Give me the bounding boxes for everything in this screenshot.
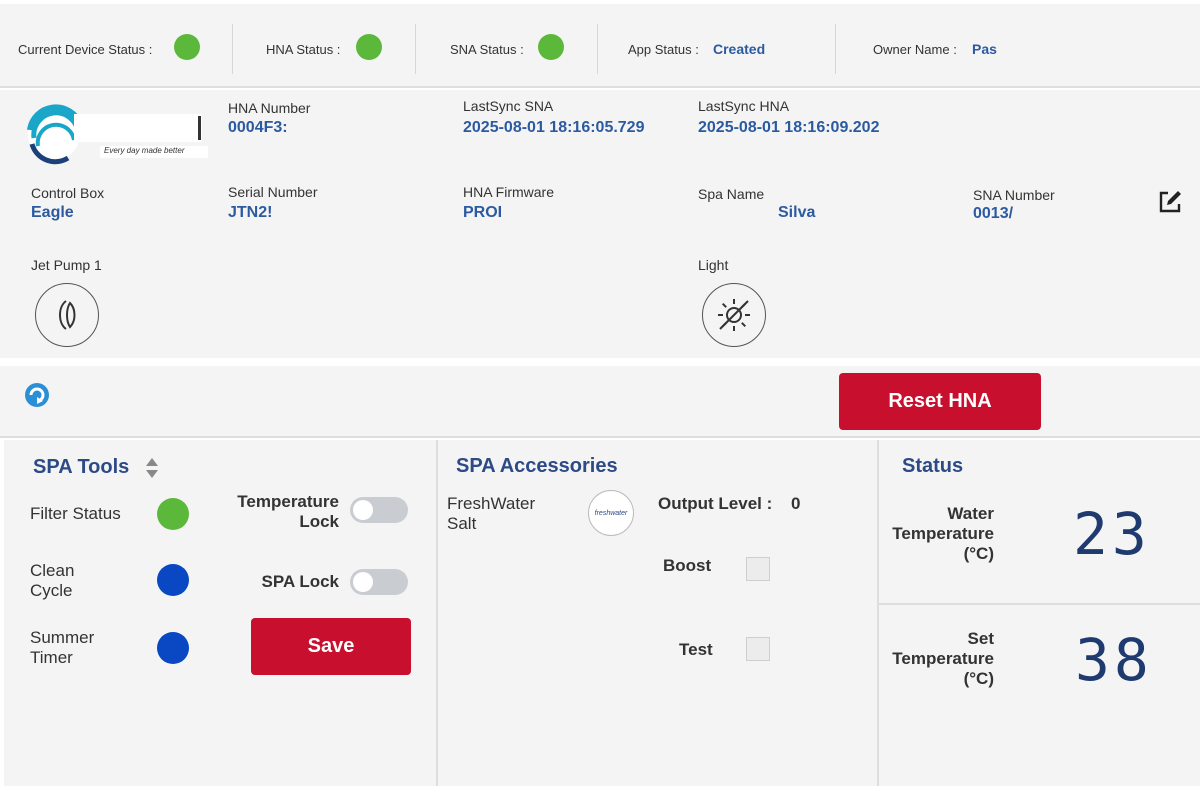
clean-cycle-indicator	[157, 564, 189, 596]
jet-pump-label: Jet Pump 1	[31, 257, 102, 273]
last-sync-sna-value: 2025-08-01 18:16:05.729	[463, 119, 645, 136]
spa-name-value: Silva	[778, 204, 816, 221]
hna-status-indicator	[356, 34, 382, 60]
boost-label: Boost	[663, 556, 712, 575]
last-sync-hna-value: 2025-08-01 18:16:09.202	[698, 119, 880, 136]
hna-number-label: HNA Number	[228, 100, 311, 116]
serial-number-label: Serial Number	[228, 184, 318, 200]
last-sync-sna-label: LastSync SNA	[463, 98, 554, 114]
set-temperature-value: 38	[1075, 626, 1153, 694]
refresh-icon[interactable]	[22, 380, 52, 410]
sna-status-label: SNA Status :	[450, 42, 524, 57]
app-status-value: Created	[713, 41, 766, 57]
output-level-value: 0	[791, 494, 801, 513]
jet-pump-button[interactable]	[35, 283, 99, 347]
device-info-section: Every day made better HNA Number 0004F3:…	[0, 90, 1200, 358]
edit-icon[interactable]	[1156, 188, 1184, 216]
save-button[interactable]: Save	[251, 618, 411, 675]
jet-pump-icon	[59, 300, 76, 330]
test-label: Test	[679, 640, 713, 659]
output-level-label: Output Level :	[658, 494, 773, 513]
owner-name-value: Pas	[972, 41, 997, 57]
spa-tools-panel: SPA Tools Filter Status Clean Cycle Summ…	[4, 440, 436, 786]
light-button[interactable]	[702, 283, 766, 347]
hna-firmware-label: HNA Firmware	[463, 184, 555, 200]
current-device-status-label: Current Device Status :	[18, 42, 153, 57]
spa-name-label: Spa Name	[698, 186, 765, 202]
spa-accessories-title: SPA Accessories	[456, 455, 618, 477]
summer-timer-label: Summer Timer	[30, 628, 95, 667]
set-temperature-label: Set Temperature (°C)	[892, 629, 994, 688]
accessory-name: FreshWater Salt	[447, 494, 536, 533]
water-temperature-label: Water Temperature (°C)	[892, 504, 994, 563]
temperature-lock-label: Temperature Lock	[237, 492, 339, 531]
sna-number-value: 0013/	[973, 205, 1014, 222]
hna-firmware-value: PROI	[463, 204, 503, 221]
status-title: Status	[902, 455, 964, 477]
serial-number-value: JTN2!	[228, 204, 273, 221]
current-device-status-indicator	[174, 34, 200, 60]
test-checkbox[interactable]	[746, 637, 770, 661]
hna-status-label: HNA Status :	[266, 42, 341, 57]
water-temperature-value: 23	[1073, 500, 1151, 568]
boost-checkbox[interactable]	[746, 557, 770, 581]
light-label: Light	[698, 257, 729, 273]
sna-status-indicator	[538, 34, 564, 60]
logo-tagline: Every day made better	[104, 146, 185, 155]
hna-number-value: 0004F3:	[228, 119, 288, 136]
spa-lock-toggle[interactable]	[350, 569, 408, 595]
sort-icon[interactable]	[144, 456, 160, 480]
brand-logo: Every day made better	[22, 100, 212, 170]
clean-cycle-label: Clean Cycle	[30, 561, 75, 600]
status-bar: Current Device Status : HNA Status : SNA…	[0, 4, 1200, 88]
spa-accessories-panel: SPA Accessories FreshWater Salt freshwat…	[438, 440, 877, 786]
last-sync-hna-label: LastSync HNA	[698, 98, 790, 114]
summer-timer-indicator	[157, 632, 189, 664]
freshwater-logo: freshwater	[588, 490, 634, 536]
status-panel: Status Water Temperature (°C) 23 Set Tem…	[879, 440, 1200, 786]
light-off-icon	[718, 299, 750, 331]
temperature-lock-toggle[interactable]	[350, 497, 408, 523]
filter-status-label: Filter Status	[30, 504, 121, 523]
freshwater-logo-text: freshwater	[594, 509, 628, 517]
reset-hna-button[interactable]: Reset HNA	[839, 373, 1041, 430]
action-strip: Reset HNA	[0, 366, 1200, 438]
control-box-label: Control Box	[31, 185, 105, 201]
control-box-value: Eagle	[31, 204, 74, 221]
spa-tools-title: SPA Tools	[33, 456, 130, 478]
owner-name-label: Owner Name :	[873, 42, 957, 57]
filter-status-indicator	[157, 498, 189, 530]
app-status-label: App Status :	[628, 42, 699, 57]
sna-number-label: SNA Number	[973, 187, 1055, 203]
spa-lock-label: SPA Lock	[261, 572, 339, 591]
brand-logo-icon	[27, 104, 208, 165]
